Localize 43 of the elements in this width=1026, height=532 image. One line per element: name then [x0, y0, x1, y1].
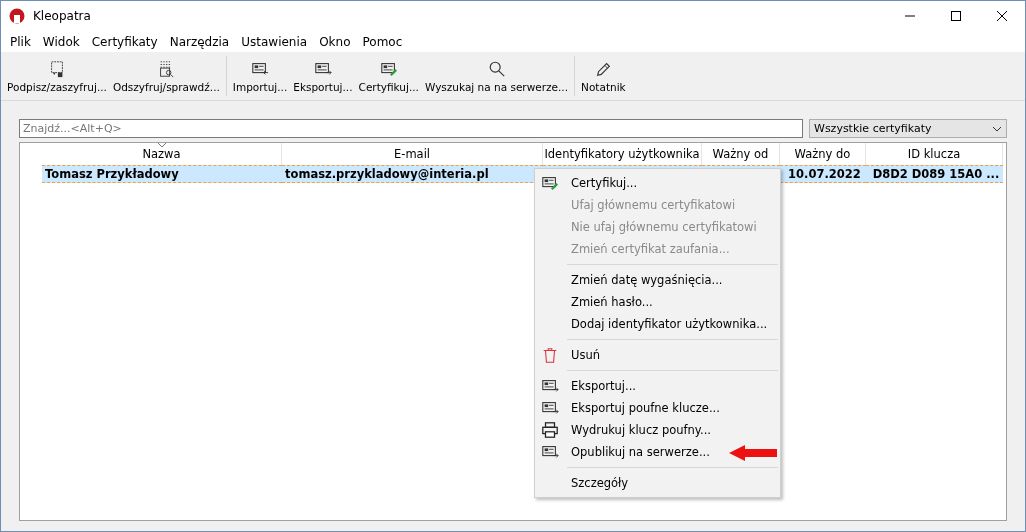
maximize-icon[interactable]: [951, 11, 961, 21]
window-title: Kleopatra: [33, 9, 92, 23]
table-cell: 10.07.2022: [780, 165, 866, 183]
menu-item[interactable]: Dodaj identyfikator użytkownika...: [535, 313, 780, 335]
app-logo-icon: [9, 8, 25, 24]
trash-icon: [541, 346, 559, 364]
sort-icon: [156, 143, 167, 148]
card-export-icon: [541, 377, 559, 395]
filter-dropdown[interactable]: Wszystkie certyfikaty: [809, 119, 1007, 138]
close-icon[interactable]: [997, 11, 1007, 21]
menu-item[interactable]: Certyfikaty: [85, 34, 164, 49]
card-pen-icon: [541, 174, 559, 192]
toolbar-button[interactable]: Certyfikuj...: [355, 52, 422, 100]
menu-item[interactable]: Wydrukuj klucz poufny...: [535, 419, 780, 441]
menu-item[interactable]: Widok: [36, 34, 86, 49]
menu-item[interactable]: Okno: [313, 34, 357, 49]
menu-item[interactable]: Eksportuj...: [535, 375, 780, 397]
menu-item[interactable]: Eksportuj poufne klucze...: [535, 397, 780, 419]
toolbar-button[interactable]: Eksportuj...: [290, 52, 356, 100]
table-cell: Tomasz Przykładowy: [42, 165, 282, 183]
toolbar-button[interactable]: Podpisz/zaszyfruj...: [4, 52, 110, 100]
caret-icon: [992, 125, 1002, 132]
menu-item[interactable]: Szczegóły: [535, 472, 780, 494]
search-field[interactable]: Znajdź...<Alt+Q>: [19, 119, 803, 138]
menu-item[interactable]: Zmień datę wygaśnięcia...: [535, 269, 780, 291]
toolbar-button[interactable]: Wyszukaj na na serwerze...: [421, 52, 572, 100]
table-cell: D8D2 D089 15A0 ...: [866, 165, 1003, 183]
card-export-icon: [541, 399, 559, 417]
toolbar-button[interactable]: Importuj...: [229, 52, 291, 100]
search-icon: [487, 59, 506, 78]
document-search-icon: [157, 59, 176, 78]
printer-icon: [541, 421, 559, 439]
menu-item[interactable]: Zmień hasło...: [535, 291, 780, 313]
toolbar-button[interactable]: Notatnik: [578, 52, 629, 100]
card-export-icon: [541, 443, 559, 461]
menu-item[interactable]: Pomoc: [356, 34, 409, 49]
menu-item[interactable]: Plik: [4, 34, 37, 49]
menu-item[interactable]: Usuń: [535, 344, 780, 366]
table-cell: tomasz.przykladowy@interia.pl: [282, 165, 543, 183]
menu-item[interactable]: Ustawienia: [235, 34, 314, 49]
menu-item[interactable]: Opublikuj na serwerze...: [535, 441, 780, 463]
menu-item[interactable]: Narzędzia: [163, 34, 236, 49]
toolbar-button[interactable]: Odszyfruj/sprawdź...: [109, 52, 223, 100]
